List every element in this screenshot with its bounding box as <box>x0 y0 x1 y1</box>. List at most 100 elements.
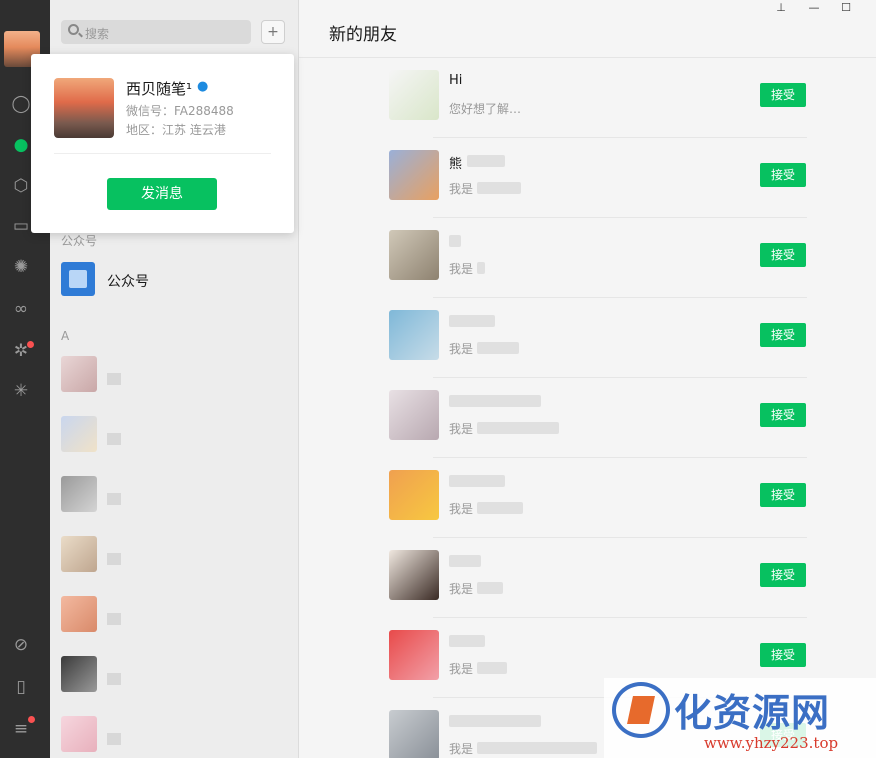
blurred-text <box>449 235 461 247</box>
watermark-text: 化资源网 <box>674 690 831 735</box>
public-account-icon[interactable] <box>61 262 95 296</box>
section-public-accounts: 公众号 <box>61 234 98 248</box>
contact-avatar[interactable] <box>61 356 97 392</box>
accept-button[interactable]: 接受 <box>760 323 806 347</box>
send-message-button[interactable]: 发消息 <box>107 178 217 210</box>
watermark-url: www.yhzy223.top <box>704 734 839 752</box>
public-account-label[interactable]: 公众号 <box>107 271 149 291</box>
contact-avatar[interactable] <box>61 416 97 452</box>
accept-button[interactable]: 接受 <box>760 163 806 187</box>
maximize-button[interactable]: ☐ <box>834 0 858 16</box>
blurred-text <box>449 475 505 487</box>
page-title: 新的朋友 <box>329 25 397 45</box>
moments-icon[interactable]: ✺ <box>10 256 32 278</box>
menu-notification-dot <box>28 716 35 723</box>
chat-icon[interactable]: ◯ <box>10 93 32 115</box>
contact-name[interactable] <box>107 733 121 745</box>
new-friends-panel: 新的朋友 ⊥ — ☐ Hi 您好想了解… 接受 熊 我是 接受 我是 接受 我是… <box>299 0 876 758</box>
pin-icon[interactable]: ⊥ <box>769 0 793 16</box>
request-message: 您好想了解… <box>449 102 522 116</box>
contacts-icon[interactable]: ● <box>10 134 32 156</box>
contact-name[interactable] <box>107 673 121 685</box>
request-message: 我是 <box>449 182 474 196</box>
blurred-text <box>477 742 597 754</box>
request-message: 我是 <box>449 582 474 596</box>
request-avatar[interactable] <box>389 710 439 758</box>
friend-request-row: 熊 我是 接受 <box>387 138 807 218</box>
contact-name[interactable] <box>107 373 121 385</box>
blurred-text <box>477 502 523 514</box>
request-message: 我是 <box>449 342 474 356</box>
friend-request-row: 我是 接受 <box>387 218 807 298</box>
blurred-text <box>477 662 507 674</box>
profile-region: 地区：江苏 连云港 <box>126 123 226 137</box>
accept-button[interactable]: 接受 <box>760 563 806 587</box>
search-box[interactable]: 搜索 <box>61 20 251 44</box>
contact-name[interactable] <box>107 493 121 505</box>
add-contact-button[interactable]: + <box>261 20 285 44</box>
request-avatar[interactable] <box>389 230 439 280</box>
channels-icon[interactable]: ∞ <box>10 298 32 320</box>
search-icon <box>68 24 79 35</box>
blurred-text <box>449 715 541 727</box>
contact-avatar[interactable] <box>61 716 97 752</box>
files-icon[interactable]: ▭ <box>10 215 32 237</box>
watermark-logo-icon <box>612 682 670 738</box>
blurred-text <box>449 395 541 407</box>
accept-button[interactable]: 接受 <box>760 403 806 427</box>
request-message: 我是 <box>449 422 474 436</box>
contact-name[interactable] <box>107 553 121 565</box>
watermark: 化资源网 www.yhzy223.top <box>604 678 876 758</box>
blurred-text <box>477 422 559 434</box>
phone-icon[interactable]: ▯ <box>10 676 32 698</box>
friend-request-row: 我是 接受 <box>387 538 807 618</box>
search-icon[interactable]: ✳ <box>10 380 32 402</box>
request-name: Hi <box>449 73 463 88</box>
blurred-text <box>477 182 521 194</box>
accept-button[interactable]: 接受 <box>760 483 806 507</box>
friend-request-row: 我是 接受 <box>387 378 807 458</box>
blurred-text <box>477 342 519 354</box>
accept-button[interactable]: 接受 <box>760 643 806 667</box>
accept-button[interactable]: 接受 <box>760 243 806 267</box>
contact-name[interactable] <box>107 613 121 625</box>
blurred-text <box>477 582 503 594</box>
request-avatar[interactable] <box>389 550 439 600</box>
friend-request-row: Hi 您好想了解… 接受 <box>387 58 807 138</box>
blurred-text <box>477 262 485 274</box>
blurred-text <box>467 155 505 167</box>
request-name: 熊 <box>449 157 463 172</box>
request-avatar[interactable] <box>389 310 439 360</box>
favorites-icon[interactable]: ⬡ <box>10 175 32 197</box>
profile-divider <box>54 153 271 154</box>
request-message: 我是 <box>449 742 474 756</box>
friend-request-row: 我是 接受 <box>387 458 807 538</box>
notification-dot <box>27 341 34 348</box>
accept-button[interactable]: 接受 <box>760 83 806 107</box>
contact-avatar[interactable] <box>61 656 97 692</box>
miniapp-icon[interactable]: ⊘ <box>10 634 32 656</box>
profile-card-popup: 西贝随笔¹ ● 微信号：FA288488 地区：江苏 连云港 发消息 <box>31 54 294 233</box>
friend-request-row: 我是 接受 <box>387 298 807 378</box>
contact-avatar[interactable] <box>61 536 97 572</box>
request-avatar[interactable] <box>389 470 439 520</box>
contact-name[interactable] <box>107 433 121 445</box>
minimize-button[interactable]: — <box>802 0 826 16</box>
request-avatar[interactable] <box>389 630 439 680</box>
title-bar: 新的朋友 ⊥ — ☐ <box>299 0 876 58</box>
request-message: 我是 <box>449 662 474 676</box>
contact-avatar[interactable] <box>61 476 97 512</box>
request-avatar[interactable] <box>389 70 439 120</box>
contact-avatar[interactable] <box>61 596 97 632</box>
profile-avatar[interactable] <box>54 78 114 138</box>
request-message: 我是 <box>449 502 474 516</box>
section-letter-a: A <box>61 329 70 343</box>
profile-wechat-id: 微信号：FA288488 <box>126 104 234 118</box>
request-message: 我是 <box>449 262 474 276</box>
blurred-text <box>449 315 495 327</box>
contact-person-icon: ● <box>197 79 209 94</box>
request-avatar[interactable] <box>389 150 439 200</box>
search-input[interactable]: 搜索 <box>85 25 109 42</box>
blurred-text <box>449 635 485 647</box>
request-avatar[interactable] <box>389 390 439 440</box>
